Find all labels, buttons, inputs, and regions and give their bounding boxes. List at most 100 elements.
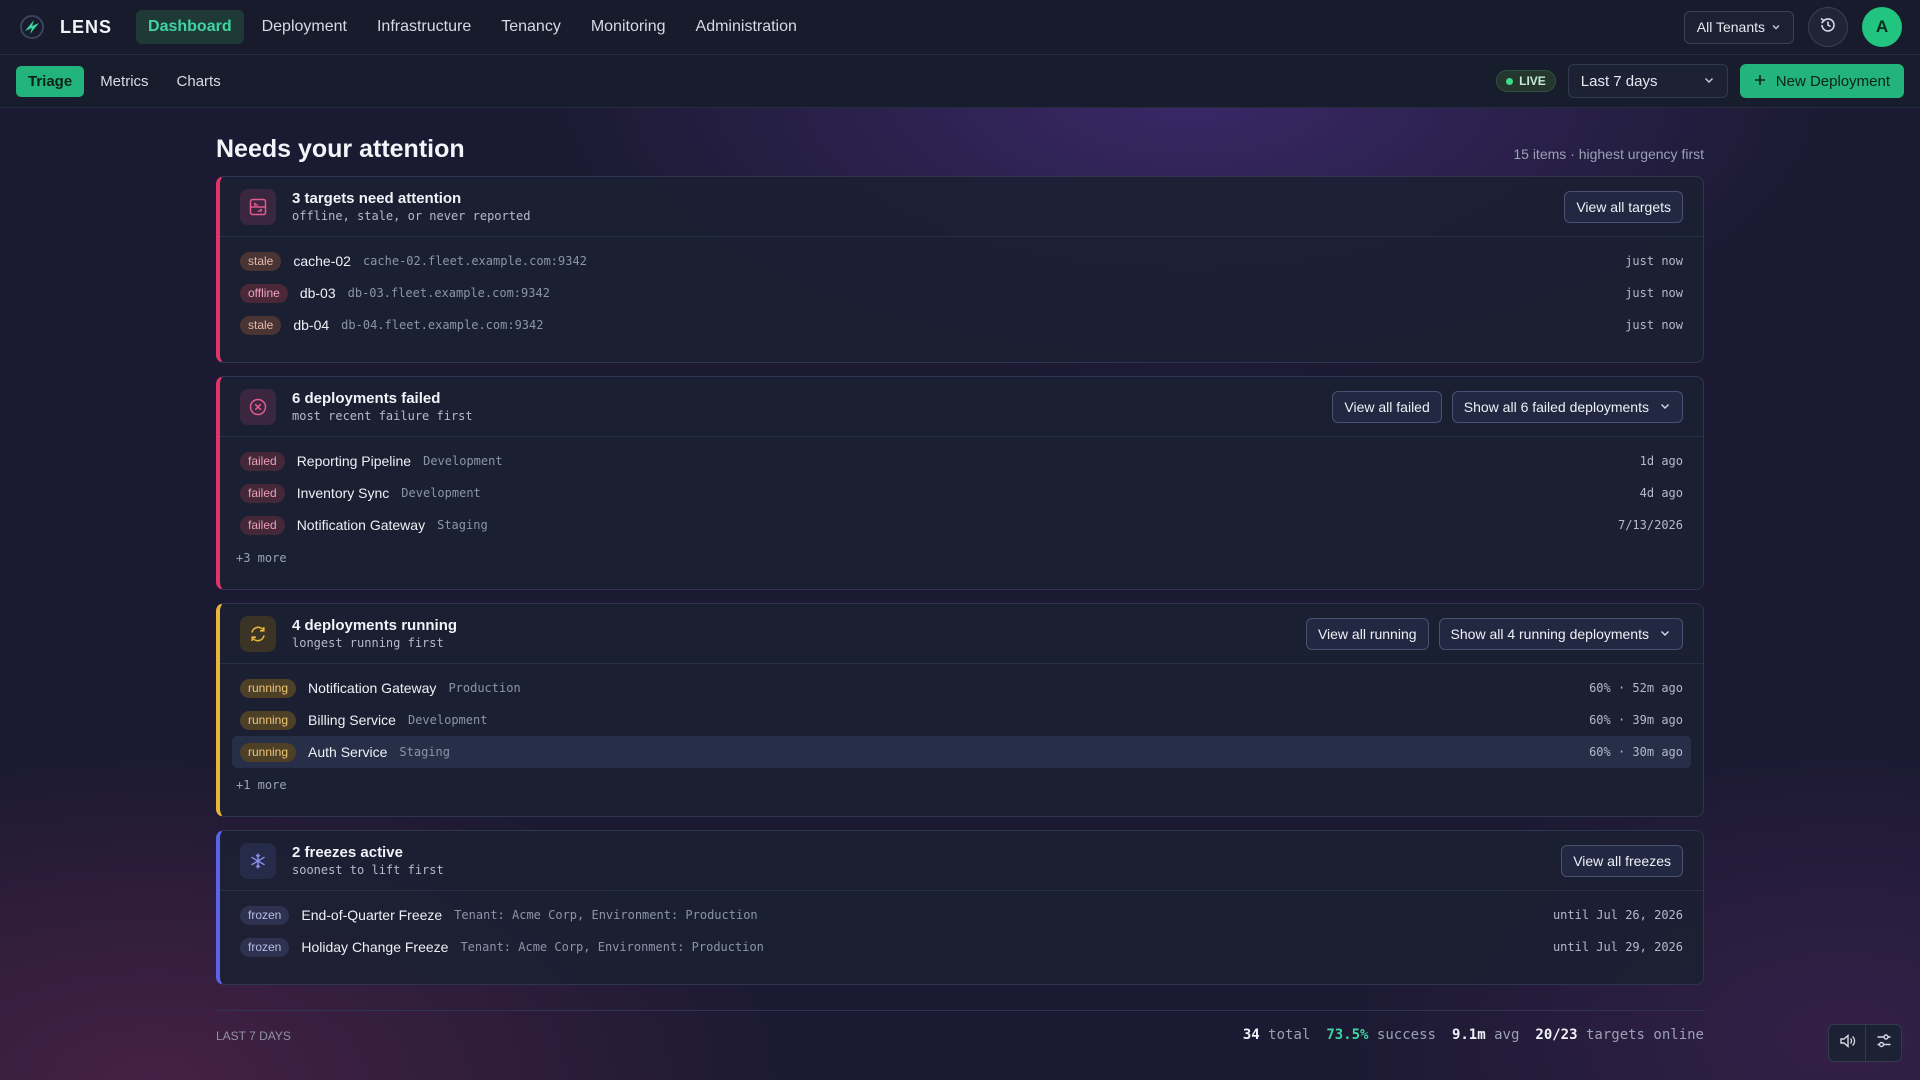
view-all-failed-button[interactable]: View all failed (1332, 390, 1442, 423)
nav-monitoring[interactable]: Monitoring (579, 10, 678, 44)
card-subtitle: most recent failure first (292, 408, 473, 423)
lens-logo-icon (18, 13, 46, 41)
speaker-icon (1838, 1032, 1856, 1055)
snowflake-icon (240, 842, 276, 879)
show-all-running-dropdown[interactable]: Show all 4 running deployments (1438, 617, 1683, 650)
total-value: 34 (1242, 1027, 1260, 1043)
status-badge: running (240, 742, 297, 762)
time-range-value: Last 7 days (1580, 72, 1658, 90)
history-icon (1818, 15, 1838, 40)
list-item[interactable]: running Auth Service Staging 60% · 30m a… (232, 736, 1691, 768)
top-navigation-bar: LENS Dashboard Deployment Infrastructure… (0, 0, 1920, 55)
sound-toggle-button[interactable] (1829, 1025, 1865, 1061)
footer-divider (216, 1010, 1704, 1011)
x-circle-icon (240, 388, 276, 425)
deployment-name: Reporting Pipeline (296, 453, 412, 469)
environment-label: Development (401, 486, 481, 500)
live-indicator: LIVE (1496, 70, 1556, 92)
freeze-name: Holiday Change Freeze (301, 939, 449, 955)
deployment-name: Billing Service (308, 712, 396, 728)
more-failed-link[interactable]: +3 more (220, 547, 1703, 575)
deployment-name: Inventory Sync (296, 485, 390, 501)
target-name: db-03 (299, 285, 336, 301)
card-title: 3 targets need attention (292, 189, 462, 207)
footer-period: LAST 7 DAYS (216, 1029, 291, 1043)
tab-metrics[interactable]: Metrics (88, 66, 160, 97)
nav-dashboard[interactable]: Dashboard (136, 10, 244, 44)
view-all-running-button[interactable]: View all running (1305, 617, 1429, 650)
deployment-name: Notification Gateway (296, 517, 426, 533)
brand[interactable]: LENS (18, 13, 112, 41)
list-item[interactable]: frozen End-of-Quarter Freeze Tenant: Acm… (232, 899, 1691, 931)
list-item[interactable]: running Billing Service Development 60% … (232, 704, 1691, 736)
list-item[interactable]: stale db-04 db-04.fleet.example.com:9342… (232, 309, 1691, 341)
chevron-down-icon (1703, 73, 1715, 90)
avg-label: avg (1494, 1027, 1520, 1043)
sub-navigation-bar: Triage Metrics Charts LIVE Last 7 days N… (0, 55, 1920, 108)
card-subtitle: soonest to lift first (292, 862, 444, 877)
show-all-failed-dropdown[interactable]: Show all 6 failed deployments (1451, 390, 1683, 423)
target-address: db-03.fleet.example.com:9342 (347, 286, 550, 300)
freeze-until: until Jul 29, 2026 (1552, 940, 1683, 954)
chevron-down-icon (1771, 19, 1781, 35)
card-title: 2 freezes active (292, 843, 403, 861)
new-deployment-button[interactable]: New Deployment (1739, 64, 1904, 98)
corner-controls (1828, 1024, 1902, 1062)
server-icon (240, 188, 276, 225)
list-item[interactable]: offline db-03 db-03.fleet.example.com:93… (232, 277, 1691, 309)
view-all-targets-button[interactable]: View all targets (1564, 190, 1683, 223)
list-item[interactable]: failed Notification Gateway Staging 7/13… (232, 509, 1691, 541)
list-item[interactable]: failed Inventory Sync Development 4d ago (232, 477, 1691, 509)
show-all-failed-label: Show all 6 failed deployments (1463, 398, 1649, 415)
targets-online-value: 20/23 (1535, 1027, 1578, 1043)
nav-infrastructure[interactable]: Infrastructure (365, 10, 483, 44)
tenant-selector[interactable]: All Tenants (1683, 10, 1794, 44)
freeze-scope: Tenant: Acme Corp, Environment: Producti… (460, 940, 764, 954)
failure-time: 1d ago (1639, 454, 1683, 468)
more-running-link[interactable]: +1 more (220, 774, 1703, 802)
target-name: db-04 (293, 317, 330, 333)
chevron-down-icon (1659, 626, 1671, 642)
page-title: Needs your attention (216, 135, 465, 163)
list-item[interactable]: stale cache-02 cache-02.fleet.example.co… (232, 245, 1691, 277)
progress-time: 60% · 39m ago (1589, 713, 1683, 727)
history-button[interactable] (1808, 7, 1848, 47)
nav-administration[interactable]: Administration (684, 10, 809, 44)
status-badge: failed (240, 515, 285, 535)
live-label: LIVE (1519, 74, 1546, 88)
user-avatar[interactable]: A (1862, 7, 1902, 47)
tenant-selector-label: All Tenants (1696, 19, 1765, 35)
nav-tenancy[interactable]: Tenancy (489, 10, 573, 44)
status-badge: failed (240, 451, 285, 471)
environment-label: Staging (437, 518, 488, 532)
display-settings-button[interactable] (1865, 1025, 1901, 1061)
failure-time: 7/13/2026 (1617, 518, 1683, 532)
tab-charts[interactable]: Charts (165, 66, 233, 97)
list-item[interactable]: failed Reporting Pipeline Development 1d… (232, 445, 1691, 477)
card-title: 4 deployments running (292, 616, 458, 634)
plus-icon (1754, 73, 1766, 90)
status-badge: frozen (240, 937, 290, 957)
sliders-icon (1875, 1032, 1893, 1055)
environment-label: Development (407, 713, 488, 727)
progress-time: 60% · 52m ago (1589, 681, 1683, 695)
new-deployment-label: New Deployment (1775, 72, 1890, 90)
list-item[interactable]: running Notification Gateway Production … (232, 672, 1691, 704)
time-range-select[interactable]: Last 7 days (1567, 64, 1728, 98)
failed-deployments-card: 6 deployments failed most recent failure… (216, 376, 1704, 590)
status-badge: stale (240, 315, 282, 335)
status-badge: stale (240, 251, 282, 271)
tab-triage[interactable]: Triage (16, 65, 85, 97)
view-all-freezes-button[interactable]: View all freezes (1561, 844, 1683, 877)
avg-value: 9.1m (1451, 1027, 1486, 1043)
list-item[interactable]: frozen Holiday Change Freeze Tenant: Acm… (232, 931, 1691, 963)
triage-main: Needs your attention 15 items · highest … (216, 108, 1704, 985)
nav-deployment[interactable]: Deployment (250, 10, 359, 44)
last-seen: just now (1625, 318, 1683, 332)
items-summary: 15 items · highest urgency first (1513, 146, 1704, 162)
deployment-name: Notification Gateway (308, 680, 437, 696)
success-value: 73.5% (1326, 1027, 1369, 1043)
target-name: cache-02 (293, 253, 351, 269)
status-badge: failed (240, 483, 285, 503)
status-badge: running (240, 678, 297, 698)
